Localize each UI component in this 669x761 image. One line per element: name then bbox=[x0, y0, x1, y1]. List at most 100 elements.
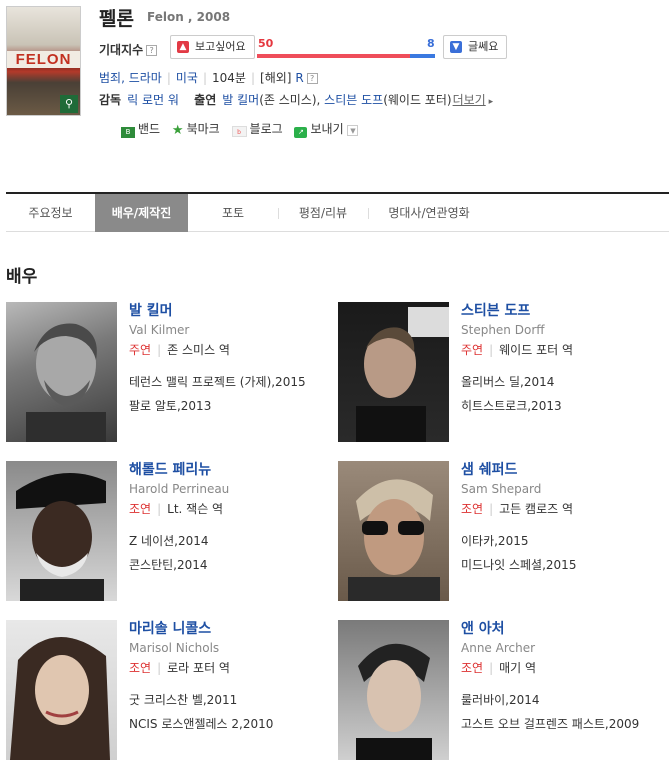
actor-photo[interactable] bbox=[6, 620, 117, 760]
help-icon[interactable]: ? bbox=[146, 45, 158, 56]
help-icon[interactable]: ? bbox=[306, 73, 318, 84]
actor-english-name: Harold Perrineau bbox=[129, 482, 230, 496]
work-item[interactable]: 미드나잇 스페셜,2015 bbox=[461, 553, 669, 577]
genre-link[interactable]: 범죄, 드라마 bbox=[99, 71, 162, 85]
actor-works: 룰러바이,2014 고스트 오브 걸프렌즈 패스트,2009 bbox=[461, 688, 669, 736]
actor-name[interactable]: 샘 쉐퍼드 bbox=[461, 461, 669, 479]
actor-name[interactable]: 발 킬머 bbox=[129, 302, 339, 320]
share-bar: B 밴드 ★ 북마크 b 블로그 ↗ 보내기 ▼ bbox=[121, 120, 366, 138]
tab-cast-crew[interactable]: 배우/제작진 bbox=[95, 194, 188, 232]
actor-info: 샘 쉐퍼드 Sam Shepard 조연 | 고든 캠로즈 역 이타카,2015 미드… bbox=[461, 461, 669, 577]
actor-photo-image bbox=[26, 323, 106, 442]
chevron-right-icon: ▸ bbox=[485, 97, 494, 107]
work-item[interactable]: 이타카,2015 bbox=[461, 529, 669, 553]
send-share[interactable]: ↗ 보내기 ▼ bbox=[294, 120, 359, 138]
cast-link-1[interactable]: 발 킬머 bbox=[222, 93, 259, 107]
runtime: 104분 bbox=[212, 71, 246, 85]
want-to-see-button[interactable]: ▲ 보고싶어요 bbox=[170, 35, 255, 59]
chevron-down-icon[interactable]: ▼ bbox=[347, 125, 359, 136]
expectation-label: 기대지수? bbox=[99, 41, 158, 58]
work-item[interactable]: 히트스트로크,2013 bbox=[461, 394, 669, 418]
actor-info: 앤 아처 Anne Archer 조연 | 매기 역 룰러바이,2014 고스트 오브… bbox=[461, 620, 669, 736]
cast-card: 해롤드 페리뉴 Harold Perrineau 조연 | Lt. 잭슨 역 Z 네… bbox=[6, 461, 326, 601]
actor-role: 조연 | 매기 역 bbox=[461, 661, 537, 675]
actor-role: 조연 | Lt. 잭슨 역 bbox=[129, 502, 224, 516]
actor-name[interactable]: 마리솔 니콜스 bbox=[129, 620, 339, 638]
tab-bar: 주요정보 배우/제작진 포토 평점/리뷰 명대사/연관영화 bbox=[6, 192, 669, 232]
movie-subtitle: Felon , 2008 bbox=[147, 10, 231, 24]
actor-photo-image bbox=[348, 479, 440, 601]
actor-name[interactable]: 해롤드 페리뉴 bbox=[129, 461, 339, 479]
not-sure-button[interactable]: ▼ 글쎄요 bbox=[443, 35, 508, 59]
send-icon: ↗ bbox=[294, 127, 308, 138]
cast-label: 출연 bbox=[194, 93, 217, 107]
star-icon: ★ bbox=[171, 123, 184, 138]
band-share[interactable]: B 밴드 bbox=[121, 120, 160, 138]
actor-photo-image bbox=[356, 307, 449, 442]
poster-title: FELON bbox=[7, 51, 80, 68]
actor-role: 조연 | 로라 포터 역 bbox=[129, 661, 230, 675]
movie-poster[interactable]: FELON ⚲ bbox=[6, 6, 81, 116]
thumbs-down-icon: ▼ bbox=[450, 41, 462, 53]
bookmark-share[interactable]: ★ 북마크 bbox=[172, 120, 220, 137]
rating-link[interactable]: R bbox=[295, 71, 303, 85]
more-link[interactable]: 더보기 bbox=[453, 93, 486, 107]
actor-english-name: Marisol Nichols bbox=[129, 641, 220, 655]
cast-card: 발 킬머 Val Kilmer 주연 | 존 스미스 역 테런스 맬릭 프로젝트 (… bbox=[6, 302, 326, 442]
actor-photo-image bbox=[10, 636, 110, 760]
director-link[interactable]: 릭 로먼 워 bbox=[127, 93, 179, 107]
actor-info: 스티븐 도프 Stephen Dorff 주연 | 웨이드 포터 역 올리버스 딜,… bbox=[461, 302, 669, 418]
work-item[interactable]: 팔로 알토,2013 bbox=[129, 394, 339, 418]
want-count: 50 bbox=[258, 37, 274, 50]
actor-english-name: Stephen Dorff bbox=[461, 323, 545, 337]
work-item[interactable]: 올리버스 딜,2014 bbox=[461, 370, 669, 394]
actor-works: 이타카,2015 미드나잇 스페셜,2015 bbox=[461, 529, 669, 577]
actor-photo[interactable] bbox=[6, 461, 117, 601]
director-label: 감독 bbox=[99, 93, 122, 107]
work-item[interactable]: 룰러바이,2014 bbox=[461, 688, 669, 712]
actor-info: 마리솔 니콜스 Marisol Nichols 조연 | 로라 포터 역 굿 크리스… bbox=[129, 620, 339, 736]
expectation-bar bbox=[257, 54, 435, 58]
cast-card: 샘 쉐퍼드 Sam Shepard 조연 | 고든 캠로즈 역 이타카,2015 미드… bbox=[338, 461, 658, 601]
expectation-bar-fill bbox=[257, 54, 411, 58]
actor-photo[interactable] bbox=[338, 302, 449, 442]
actor-english-name: Val Kilmer bbox=[129, 323, 190, 337]
work-item[interactable]: 굿 크리스찬 벨,2011 bbox=[129, 688, 339, 712]
work-item[interactable]: NCIS 로스앤젤레스 2,2010 bbox=[129, 712, 339, 736]
actor-works: 테런스 맬릭 프로젝트 (가제),2015 팔로 알토,2013 bbox=[129, 370, 339, 418]
work-item[interactable]: 테런스 맬릭 프로젝트 (가제),2015 bbox=[129, 370, 339, 394]
actor-photo[interactable] bbox=[338, 461, 449, 601]
work-item[interactable]: Z 네이션,2014 bbox=[129, 529, 339, 553]
actor-info: 해롤드 페리뉴 Harold Perrineau 조연 | Lt. 잭슨 역 Z 네… bbox=[129, 461, 339, 577]
actor-role: 주연 | 웨이드 포터 역 bbox=[461, 343, 574, 357]
actor-photo[interactable] bbox=[338, 620, 449, 760]
work-item[interactable]: 콘스탄틴,2014 bbox=[129, 553, 339, 577]
actor-photo-image bbox=[16, 473, 106, 601]
actor-name[interactable]: 앤 아처 bbox=[461, 620, 669, 638]
actor-role: 조연 | 고든 캠로즈 역 bbox=[461, 502, 574, 516]
actor-photo-image bbox=[356, 643, 432, 760]
tab-main-info[interactable]: 주요정보 bbox=[6, 194, 95, 232]
notwant-count: 8 bbox=[427, 37, 435, 50]
actor-works: 올리버스 딜,2014 히트스트로크,2013 bbox=[461, 370, 669, 418]
actor-english-name: Anne Archer bbox=[461, 641, 536, 655]
actor-photo[interactable] bbox=[6, 302, 117, 442]
actor-works: Z 네이션,2014 콘스탄틴,2014 bbox=[129, 529, 339, 577]
cast-card: 마리솔 니콜스 Marisol Nichols 조연 | 로라 포터 역 굿 크리스… bbox=[6, 620, 326, 760]
actor-info: 발 킬머 Val Kilmer 주연 | 존 스미스 역 테런스 맬릭 프로젝트 (… bbox=[129, 302, 339, 418]
tab-reviews[interactable]: 평점/리뷰 bbox=[278, 194, 368, 232]
section-title: 배우 bbox=[6, 267, 38, 287]
thumbs-up-icon: ▲ bbox=[177, 41, 189, 53]
cast-card: 앤 아처 Anne Archer 조연 | 매기 역 룰러바이,2014 고스트 오브… bbox=[338, 620, 658, 760]
blog-share[interactable]: b 블로그 bbox=[231, 120, 283, 137]
country-link[interactable]: 미국 bbox=[176, 71, 198, 85]
tab-quotes-related[interactable]: 명대사/연관영화 bbox=[368, 194, 490, 232]
rating-prefix: [해외] bbox=[260, 71, 292, 85]
actor-name[interactable]: 스티븐 도프 bbox=[461, 302, 669, 320]
credits-line: 감독 릭 로먼 워 출연 발 킬머(존 스미스), 스티븐 도프(웨이드 포터)더보… bbox=[99, 93, 494, 107]
zoom-icon[interactable]: ⚲ bbox=[60, 95, 78, 113]
cast-link-2[interactable]: 스티븐 도프 bbox=[324, 93, 383, 107]
tab-photo[interactable]: 포토 bbox=[188, 194, 278, 232]
blog-icon: b bbox=[231, 126, 247, 137]
work-item[interactable]: 고스트 오브 걸프렌즈 패스트,2009 bbox=[461, 712, 669, 736]
